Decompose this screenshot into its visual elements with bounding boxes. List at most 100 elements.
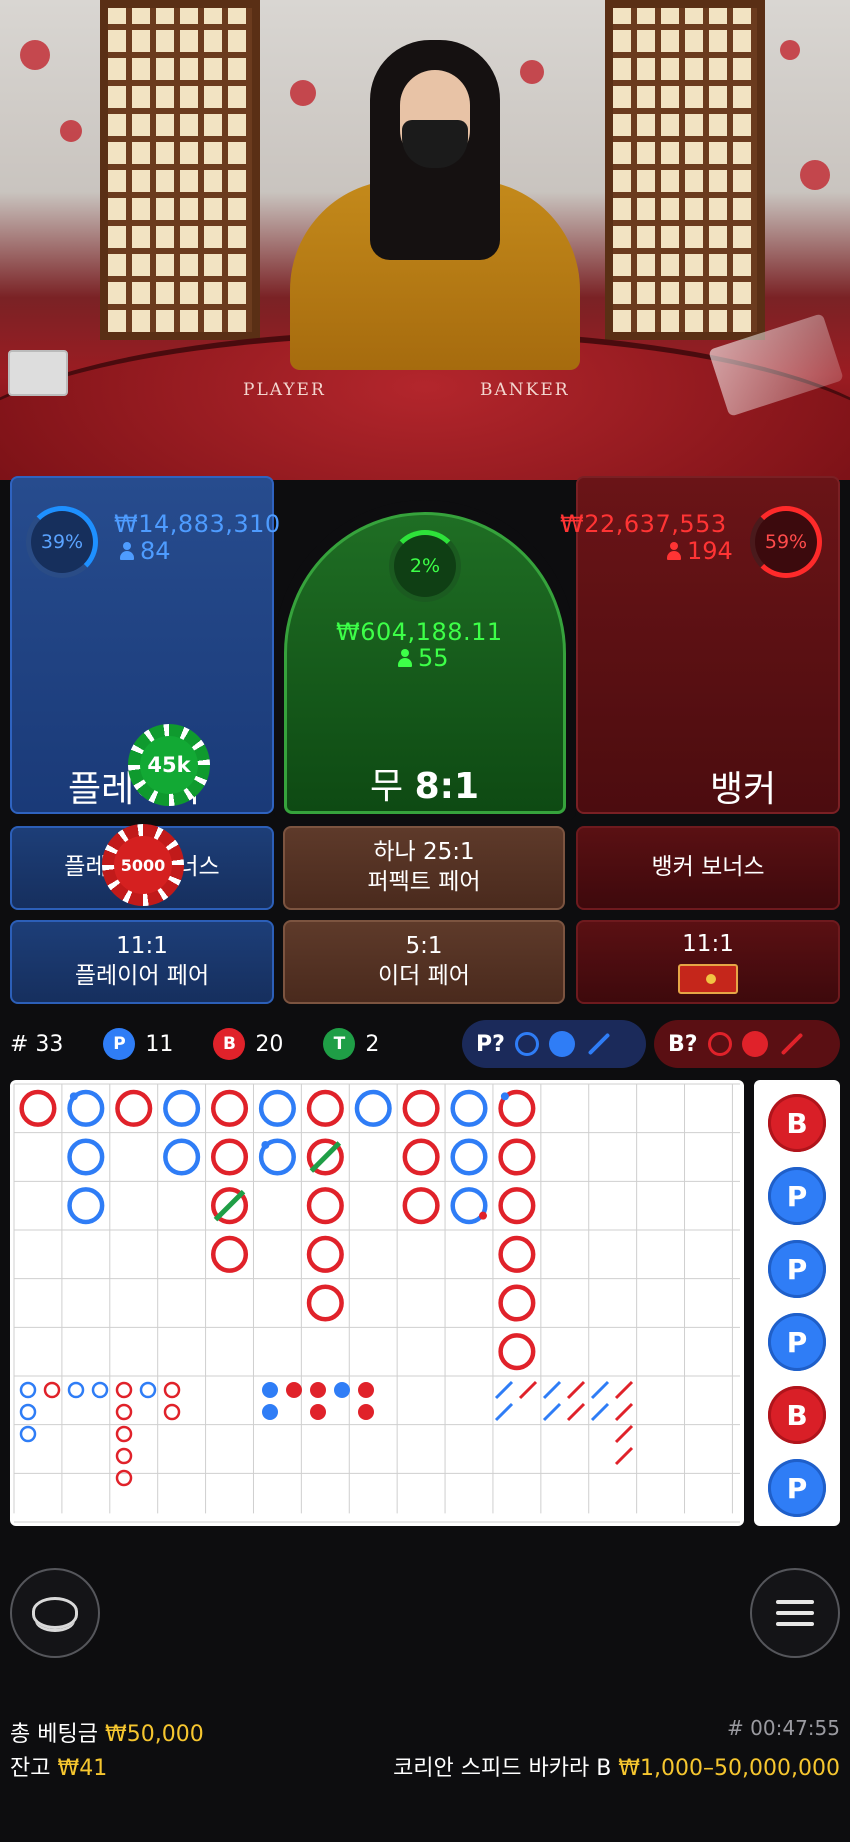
big-eye-mark bbox=[163, 1381, 181, 1399]
player-bet-amount: ₩14,883,310 bbox=[114, 510, 281, 538]
big-eye-mark bbox=[115, 1425, 133, 1443]
big-road-mark bbox=[306, 1235, 344, 1273]
cockroach-mark bbox=[494, 1402, 514, 1422]
big-road-mark bbox=[306, 1089, 344, 1127]
table-limits: ₩1,000–50,000,000 bbox=[618, 1756, 840, 1781]
player-pair-bet[interactable]: 11:1 플레이어 페어 bbox=[10, 920, 274, 1004]
cockroach-mark bbox=[542, 1402, 562, 1422]
player-pair-label: 플레이어 페어 bbox=[74, 963, 210, 989]
pair-dot-mark bbox=[500, 1092, 509, 1101]
bead-road-item: P bbox=[768, 1240, 826, 1298]
balance: 잔고 ₩41 bbox=[10, 1750, 107, 1782]
tie-percent-ring: 2% bbox=[389, 530, 461, 602]
shoe-stats: # 33 P 11 B 20 T 2 bbox=[10, 1024, 379, 1064]
banker-zone-label: 뱅커 bbox=[710, 769, 777, 810]
big-road-mark bbox=[258, 1089, 296, 1127]
player-percent-ring: 39% bbox=[26, 506, 98, 578]
big-eye-mark bbox=[139, 1381, 157, 1399]
felt-banker-label: BANKER bbox=[480, 380, 570, 400]
banker-win-count: 20 bbox=[255, 1031, 284, 1057]
cockroach-mark bbox=[590, 1380, 610, 1400]
big-road-mark bbox=[163, 1138, 201, 1176]
tie-win-count: 2 bbox=[365, 1031, 380, 1057]
big-road-mark bbox=[306, 1187, 344, 1225]
banker-bonus-bet[interactable]: 뱅커 보너스 bbox=[576, 826, 840, 910]
either-pair-bet[interactable]: 5:1 이더 페어 bbox=[283, 920, 565, 1004]
lattice-screen-left bbox=[100, 0, 260, 340]
table-info: 코리안 스피드 바카라 B ₩1,000–50,000,000 bbox=[393, 1750, 840, 1782]
blossom-decoration bbox=[60, 120, 82, 142]
big-road-mark bbox=[306, 1284, 344, 1322]
balance-label: 잔고 bbox=[10, 1756, 51, 1781]
blossom-decoration bbox=[290, 80, 316, 106]
cockroach-mark bbox=[614, 1380, 634, 1400]
player-pair-odds: 11:1 bbox=[116, 933, 168, 960]
banker-pair-bet[interactable]: 11:1 bbox=[576, 920, 840, 1004]
placed-chip-player[interactable]: 45k bbox=[128, 724, 210, 806]
big-eye-ring-icon bbox=[514, 1032, 539, 1056]
player-predict-button[interactable]: P? bbox=[462, 1020, 646, 1068]
big-road-mark bbox=[498, 1187, 536, 1225]
roadmap-board[interactable] bbox=[10, 1080, 744, 1526]
bead-road-item: P bbox=[768, 1459, 826, 1517]
small-road-mark bbox=[310, 1382, 326, 1398]
perfect-pair-odds: 하나 25:1 bbox=[373, 839, 475, 866]
menu-icon bbox=[776, 1600, 814, 1626]
person-icon bbox=[398, 649, 412, 667]
bead-road[interactable]: BPPPBP bbox=[754, 1080, 840, 1526]
cockroach-mark bbox=[566, 1380, 586, 1400]
person-icon bbox=[667, 542, 681, 560]
banker-predict-button[interactable]: B? bbox=[654, 1020, 840, 1068]
cockroach-slash-icon bbox=[780, 1032, 803, 1056]
player-win-count: 11 bbox=[145, 1031, 174, 1057]
chip-value: 45k bbox=[140, 736, 198, 794]
tie-zone-label: 무 8:1 bbox=[370, 757, 479, 809]
big-road-mark bbox=[402, 1187, 440, 1225]
big-road-mark bbox=[163, 1089, 201, 1127]
total-bet-label: 총 베팅금 bbox=[10, 1722, 98, 1747]
placed-chip-player-bonus[interactable]: 5000 bbox=[102, 824, 184, 906]
tie-label-name: 무 bbox=[370, 766, 404, 807]
big-road-mark bbox=[450, 1138, 488, 1176]
small-road-mark bbox=[334, 1382, 350, 1398]
big-road-mark bbox=[498, 1138, 536, 1176]
round-number: # 33 bbox=[10, 1031, 64, 1057]
big-road-mark bbox=[354, 1089, 392, 1127]
big-road-mark bbox=[115, 1089, 153, 1127]
total-bet: 총 베팅금 ₩50,000 bbox=[10, 1716, 204, 1748]
pair-dot-mark bbox=[479, 1211, 487, 1220]
small-road-mark bbox=[310, 1404, 326, 1420]
cockroach-slash-icon bbox=[587, 1032, 611, 1056]
blossom-decoration bbox=[520, 60, 544, 84]
blossom-decoration bbox=[20, 40, 50, 70]
small-road-mark bbox=[358, 1382, 374, 1398]
big-road-mark bbox=[402, 1089, 440, 1127]
big-eye-ring-icon bbox=[707, 1032, 732, 1056]
big-road-mark bbox=[498, 1235, 536, 1273]
banker-badge: B bbox=[213, 1028, 246, 1060]
big-eye-mark bbox=[115, 1447, 133, 1465]
red-envelope-icon bbox=[678, 963, 738, 994]
tie-label-odds: 8:1 bbox=[414, 766, 480, 807]
banker-percent-ring: 59% bbox=[750, 506, 822, 578]
small-road-mark bbox=[358, 1404, 374, 1420]
menu-button[interactable] bbox=[750, 1568, 840, 1658]
blossom-decoration bbox=[800, 160, 830, 190]
balance-value: ₩41 bbox=[57, 1756, 108, 1781]
total-bet-value: ₩50,000 bbox=[104, 1722, 204, 1747]
banker-bet-amount: ₩22,637,553 bbox=[560, 510, 727, 538]
game-screen: PLAYER BANKER 39% ₩14,883,310 84 2% ₩604… bbox=[0, 0, 850, 1842]
chip-value: 5000 bbox=[114, 836, 172, 894]
person-icon bbox=[120, 542, 134, 560]
perfect-pair-bet[interactable]: 하나 25:1 퍼펙트 페어 bbox=[283, 826, 565, 910]
big-eye-mark bbox=[19, 1403, 37, 1421]
chip-stack-button[interactable] bbox=[10, 1568, 100, 1658]
big-eye-mark bbox=[43, 1381, 61, 1399]
game-id: # 00:47:55 bbox=[727, 1716, 840, 1740]
cockroach-mark bbox=[566, 1402, 586, 1422]
banker-count-value: 194 bbox=[687, 537, 733, 565]
tie-bet-amount: ₩604,188.11 bbox=[336, 618, 503, 646]
big-road-mark bbox=[498, 1284, 536, 1322]
small-road-dot-icon bbox=[548, 1031, 575, 1057]
big-road-mark bbox=[19, 1089, 57, 1127]
